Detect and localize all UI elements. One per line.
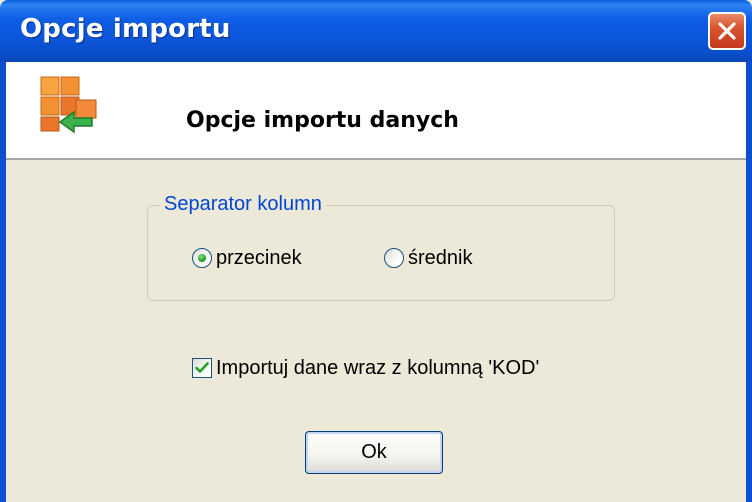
import-kod-checkbox[interactable]	[192, 358, 212, 378]
header-title: Opcje importu danych	[186, 108, 459, 133]
ok-button[interactable]: Ok	[305, 431, 443, 474]
checkmark-icon	[195, 362, 209, 373]
radio-button-selected[interactable]	[192, 248, 212, 268]
import-grid-icon	[40, 76, 97, 134]
radio-button-unselected[interactable]	[384, 248, 404, 268]
import-kod-checkbox-row[interactable]: Importuj dane wraz z kolumną 'KOD'	[192, 356, 539, 380]
separator-group-legend: Separator kolumn	[160, 193, 326, 216]
close-button[interactable]	[708, 12, 746, 50]
window-right-border	[746, 62, 752, 502]
radio-srednik[interactable]: średnik	[384, 246, 472, 270]
title-bar[interactable]: Opcje importu	[0, 0, 752, 62]
import-kod-label[interactable]: Importuj dane wraz z kolumną 'KOD'	[216, 357, 539, 380]
close-icon	[718, 22, 736, 40]
import-options-dialog: Opcje importu Opcje importu danych Separ…	[0, 0, 752, 502]
radio-przecinek[interactable]: przecinek	[192, 246, 302, 270]
radio-przecinek-label[interactable]: przecinek	[216, 247, 302, 270]
window-title: Opcje importu	[20, 14, 231, 44]
radio-srednik-label[interactable]: średnik	[408, 247, 472, 270]
header-panel: Opcje importu danych	[6, 62, 746, 160]
radio-dot-icon	[198, 254, 206, 262]
